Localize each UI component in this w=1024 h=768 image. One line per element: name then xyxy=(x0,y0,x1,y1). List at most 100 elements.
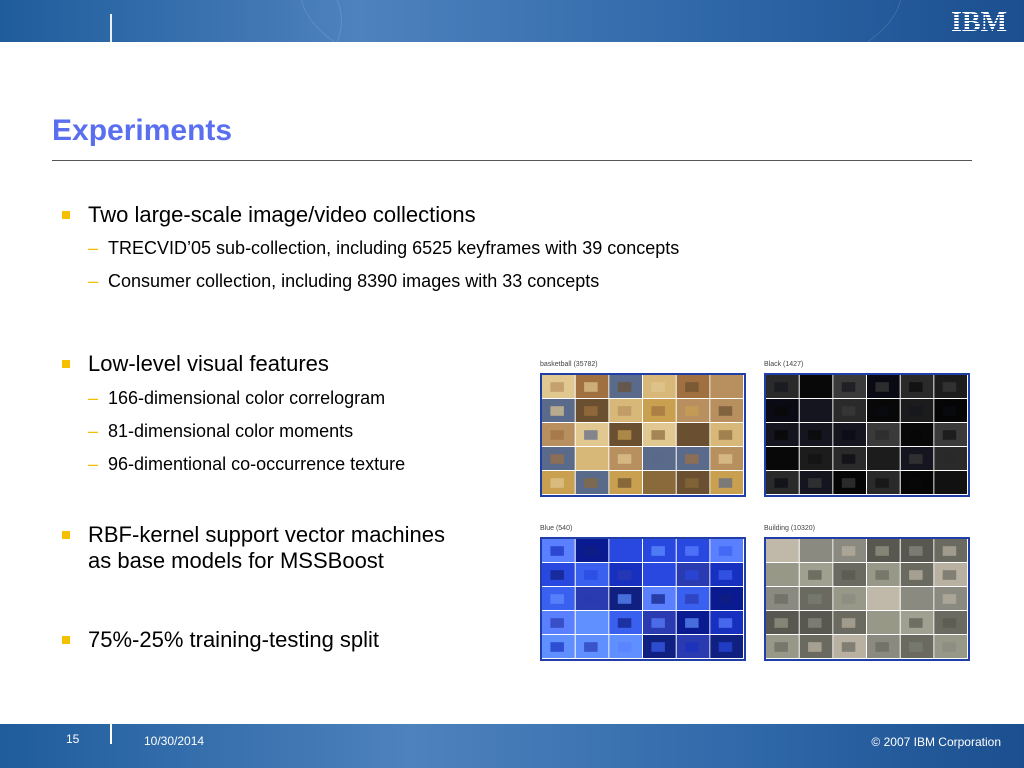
thumbnail-tile-detail xyxy=(685,406,699,416)
thumbnail-tile-detail xyxy=(584,570,598,580)
thumbnail-tile-detail xyxy=(774,406,788,416)
thumbnail-tile-detail xyxy=(584,594,598,604)
thumbnail-tile-detail xyxy=(550,618,564,628)
bullet-square-icon xyxy=(62,360,70,368)
thumbnail-tile-detail xyxy=(718,430,733,440)
thumbnail-tile-detail xyxy=(550,430,564,440)
thumbnail-tile-detail xyxy=(774,570,788,580)
title-rule xyxy=(52,160,972,161)
thumbnail-tile-detail xyxy=(808,546,822,556)
thumbnail-grid xyxy=(764,537,970,661)
thumbnail-tile-detail xyxy=(584,478,598,488)
thumbnail-tile-detail xyxy=(774,618,788,628)
thumbnail-tile-detail xyxy=(617,594,632,604)
thumbnail-tile-detail xyxy=(841,642,856,652)
thumbnail-tile-detail xyxy=(718,642,733,652)
thumbnail-tile-detail xyxy=(808,430,822,440)
thumbnail-tile-detail xyxy=(685,594,699,604)
thumbnail-tile-detail xyxy=(617,478,632,488)
thumbnail-tile-detail xyxy=(875,406,889,416)
thumbnail-tile-detail xyxy=(718,382,733,392)
thumbnail-tile-detail xyxy=(774,546,788,556)
thumbnail-tile-detail xyxy=(841,382,856,392)
sub-bullet-moments: –81-dimensional color moments xyxy=(88,421,354,441)
thumbnail-tile-detail xyxy=(942,382,957,392)
thumbnail-tile-detail xyxy=(942,594,957,604)
thumbnail-tile-detail xyxy=(651,478,665,488)
thumbnail-tile-detail xyxy=(808,478,822,488)
ibm-logo: IBM xyxy=(951,7,1007,36)
thumbnail-tile-detail xyxy=(718,546,733,556)
slide-title: Experiments xyxy=(52,114,233,147)
thumbnail-tile-detail xyxy=(875,570,889,580)
page-number: 15 xyxy=(66,732,80,746)
thumbnail-tile-detail xyxy=(909,594,923,604)
thumbnail-tile-detail xyxy=(875,430,889,440)
sub-bullet-correlogram: –166-dimensional color correlogram xyxy=(88,388,386,408)
thumbnail-tile-detail xyxy=(942,642,957,652)
thumbnail-tile-detail xyxy=(942,430,957,440)
thumbnail-tile-detail xyxy=(651,570,665,580)
thumbnail-tile-detail xyxy=(718,618,733,628)
thumbnail-tile-detail xyxy=(685,642,699,652)
thumbnail-tile-detail xyxy=(584,430,598,440)
thumbnail-tile-detail xyxy=(550,546,564,556)
thumbnail-tile-detail xyxy=(774,430,788,440)
thumbnail-tile-detail xyxy=(774,454,788,464)
thumbnail-tile-detail xyxy=(841,570,856,580)
thumbnail-tile-detail xyxy=(584,642,598,652)
thumbnail-tile-detail xyxy=(942,618,957,628)
thumbnail-tile-detail xyxy=(550,382,564,392)
thumbnail-tile-detail xyxy=(617,454,632,464)
thumbnail-tile-detail xyxy=(909,430,923,440)
thumbnail-tile-detail xyxy=(909,382,923,392)
thumbnail-tile-detail xyxy=(584,454,598,464)
thumbnail-tile-detail xyxy=(685,382,699,392)
thumbnail-tile-detail xyxy=(584,618,598,628)
thumbnail-tile-detail xyxy=(942,406,957,416)
thumbnail-tile-detail xyxy=(942,454,957,464)
thumbnail-tile-detail xyxy=(909,478,923,488)
thumbnail-tile-detail xyxy=(651,546,665,556)
thumbnail-tile-detail xyxy=(942,478,957,488)
thumbnail-tile-detail xyxy=(718,478,733,488)
thumbnail-tile-detail xyxy=(875,454,889,464)
thumbnail-tile-detail xyxy=(718,406,733,416)
thumbnail-tile-detail xyxy=(875,478,889,488)
bullet-square-icon xyxy=(62,211,70,219)
thumbnail-tile-detail xyxy=(774,478,788,488)
thumbnail-tile-detail xyxy=(841,546,856,556)
thumbnail-tile-detail xyxy=(808,406,822,416)
footer-band: 15 10/30/2014 © 2007 IBM Corporation xyxy=(0,724,1024,768)
sub-bullet-consumer: – Consumer collection, including 8390 ima… xyxy=(88,271,600,291)
thumbnail-tile-detail xyxy=(808,594,822,604)
thumbnail-tile-detail xyxy=(550,406,564,416)
thumbnail-tile-detail xyxy=(718,570,733,580)
thumbnail-tile-detail xyxy=(685,570,699,580)
thumbnail-tile-detail xyxy=(550,642,564,652)
thumbnail-tile-detail xyxy=(909,546,923,556)
thumbnail-tile-detail xyxy=(651,594,665,604)
svg-text:IBM: IBM xyxy=(951,7,1007,36)
thumbnail-tile-detail xyxy=(685,454,699,464)
thumbnail-tile-detail xyxy=(875,642,889,652)
thumbnail-tile-detail xyxy=(875,382,889,392)
thumbnail-tile-detail xyxy=(774,594,788,604)
footer-copyright: © 2007 IBM Corporation xyxy=(871,735,1001,749)
thumbnail-tile-detail xyxy=(651,642,665,652)
thumbnail-tile-detail xyxy=(651,406,665,416)
thumbnail-tile-detail xyxy=(875,618,889,628)
thumbnail-tile-detail xyxy=(909,642,923,652)
thumbnail-tile-detail xyxy=(909,570,923,580)
thumbnail-grid xyxy=(540,373,746,497)
thumbnail-tile-detail xyxy=(550,478,564,488)
thumbnail-tile-detail xyxy=(841,618,856,628)
bullet-square-icon xyxy=(62,636,70,644)
thumbnail-tile-detail xyxy=(685,430,699,440)
thumbnail-tile-detail xyxy=(617,382,632,392)
thumbnail-tile-detail xyxy=(550,570,564,580)
thumbnail-grid xyxy=(540,537,746,661)
thumbnail-tile-detail xyxy=(651,618,665,628)
bullet-square-icon xyxy=(62,531,70,539)
thumbnail-tile-detail xyxy=(841,478,856,488)
